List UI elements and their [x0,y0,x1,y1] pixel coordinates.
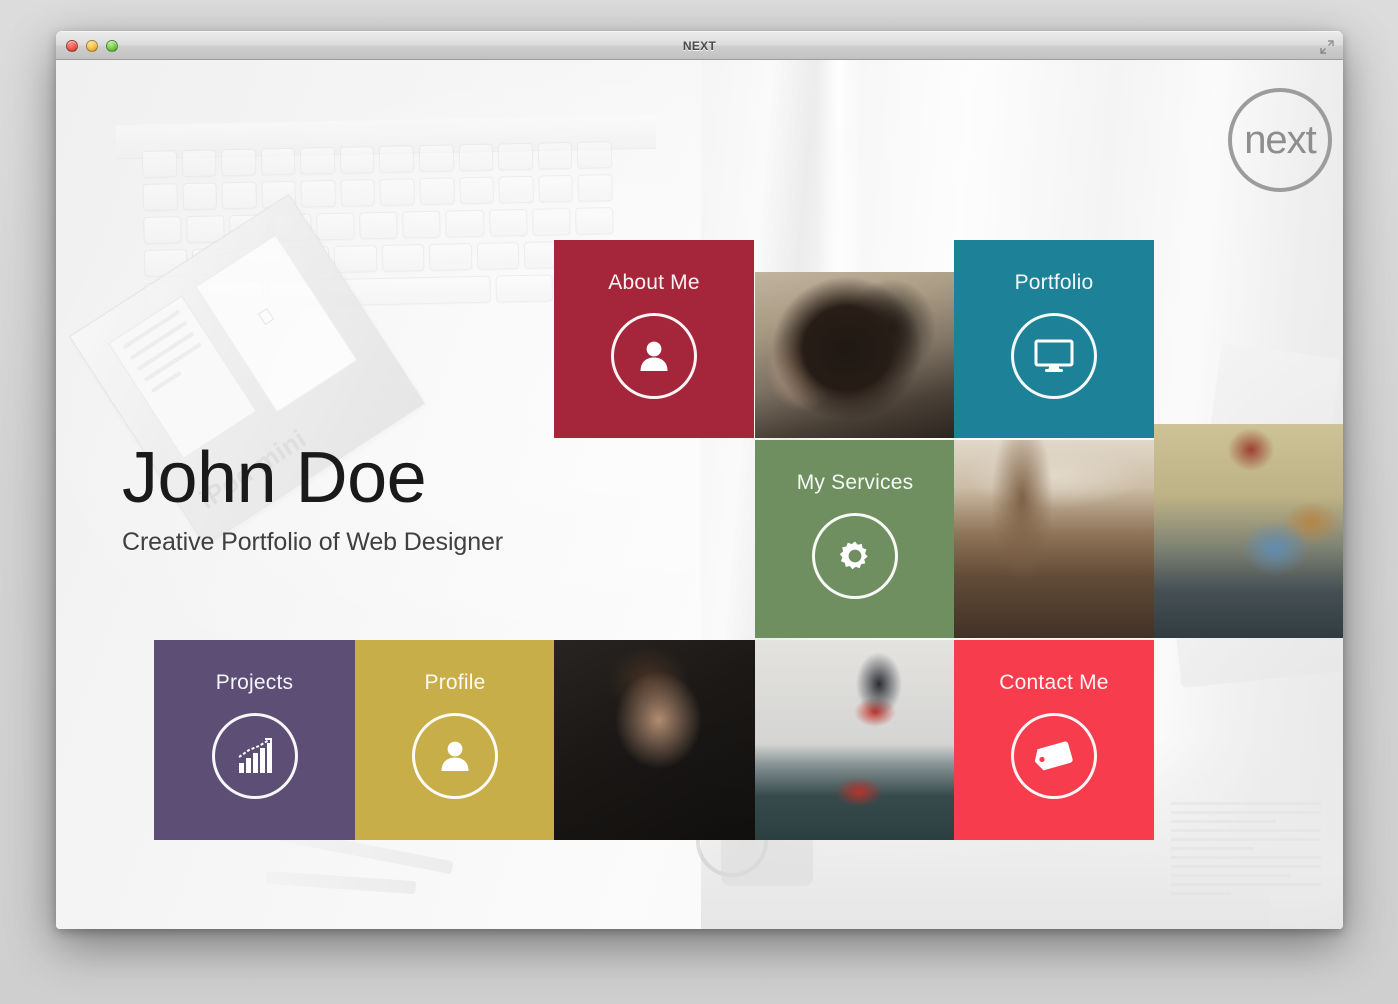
monitor-icon [1011,313,1097,399]
desktop-backdrop: NEXT iPod mini next John Doe Creative Po… [0,0,1398,1004]
person-icon [412,713,498,799]
close-button[interactable] [66,39,78,52]
tile-label: Contact Me [999,671,1109,694]
window-title: NEXT [682,38,717,53]
tile-label: Projects [215,671,294,694]
tile-about-me[interactable]: About Me [554,240,754,438]
tile-label: Portfolio [1014,271,1094,294]
tile-projects[interactable]: Projects [154,640,355,840]
tile-portfolio[interactable]: Portfolio [954,240,1154,438]
photo-tile-legs[interactable] [954,440,1154,638]
tile-label: About Me [608,271,700,294]
person-icon [611,313,697,399]
gear-icon [812,513,898,599]
tile-label: Profile [424,671,486,694]
zoom-button[interactable] [106,39,118,52]
next-logo-text: next [1244,118,1317,162]
bar-chart-icon [211,713,298,799]
tile-label: My Services [796,471,914,494]
next-logo[interactable]: next [1228,88,1332,192]
window-titlebar[interactable]: NEXT [56,31,1343,60]
photo-tile-falling[interactable] [1154,424,1343,638]
background-document [1171,802,1321,929]
tile-my-services[interactable]: My Services [755,440,955,638]
photo-tile-portrait[interactable] [554,640,755,840]
minimize-button[interactable] [86,39,98,52]
tile-contact-me[interactable]: Contact Me [954,640,1154,840]
tag-icon [1011,713,1097,799]
page-content:  iPod mini [56,60,1343,929]
hero-block: John Doe Creative Portfolio of Web Desig… [122,438,504,557]
window-traffic-lights [66,39,118,52]
photo-tile-room[interactable] [755,640,955,840]
page-subtitle: Creative Portfolio of Web Designer [122,527,504,556]
fullscreen-icon[interactable] [1319,39,1335,55]
page-title: John Doe [122,438,427,518]
tile-profile[interactable]: Profile [355,640,555,840]
photo-tile-camera[interactable] [755,272,955,438]
browser-window: NEXT iPod mini next John Doe Creative Po… [56,31,1343,929]
